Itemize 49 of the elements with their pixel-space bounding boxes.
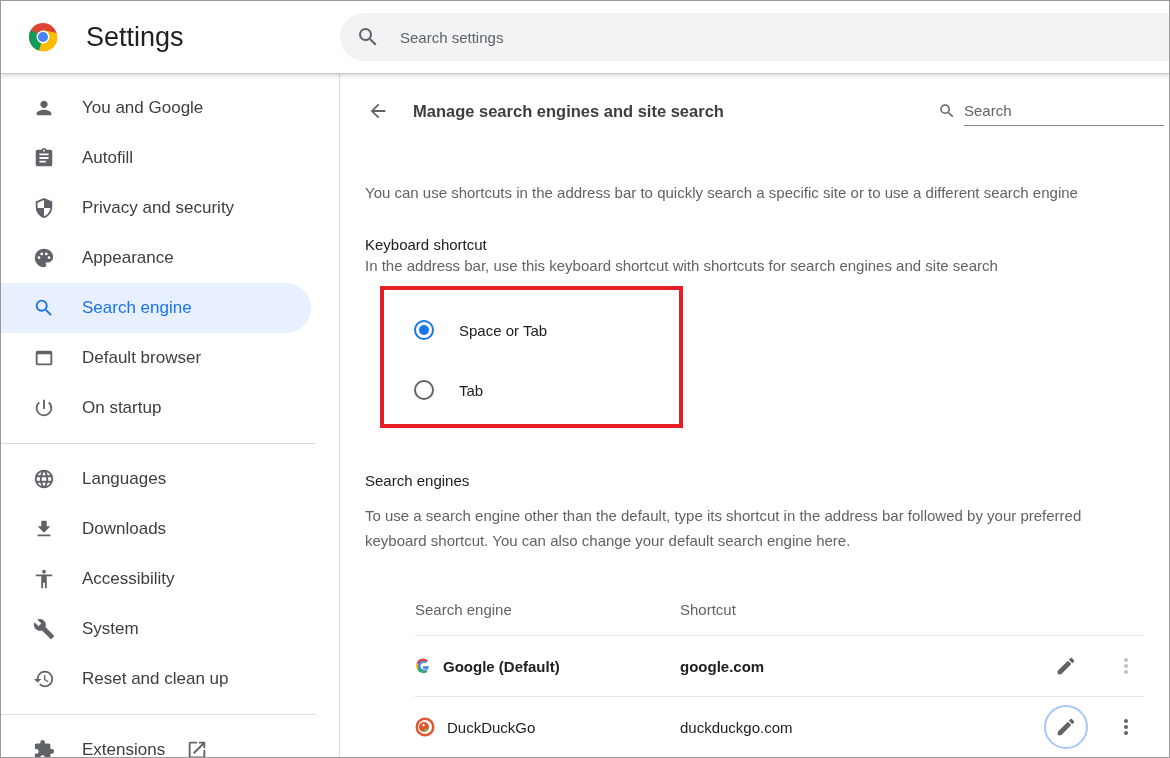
sidebar-item[interactable]: Accessibility <box>1 554 311 604</box>
search-field[interactable]: Search settings <box>340 13 1169 61</box>
sidebar-item[interactable]: Search engine <box>1 283 311 333</box>
column-header: Search engine <box>415 600 513 618</box>
sidebar-item[interactable]: Privacy and security <box>1 183 311 233</box>
section-heading: Keyboard shortcut <box>365 236 488 253</box>
more-icon <box>1124 658 1128 674</box>
sidebar-icon <box>33 468 55 490</box>
edit-button[interactable] <box>1044 705 1088 749</box>
pencil-icon <box>1055 655 1077 677</box>
sidebar-icon <box>33 247 55 269</box>
shortcut-text: duckduckgo.com <box>680 718 793 736</box>
sidebar-item[interactable]: Default browser <box>1 333 311 383</box>
engine-name: Google (Default) <box>443 657 560 675</box>
sidebar-item[interactable]: Autofill <box>1 133 311 183</box>
section-heading: Search engines <box>365 472 471 489</box>
more-icon <box>1124 719 1128 735</box>
sidebar-item[interactable]: Languages <box>1 454 311 504</box>
sidebar-item[interactable]: You and Google <box>1 83 311 133</box>
g-logo-icon <box>415 658 431 674</box>
page-title: Manage search engines and site search <box>413 101 725 121</box>
sidebar-icon <box>33 739 55 757</box>
section-description: In the address bar, use this keyboard shortcut with shortcuts for search engines and site search <box>365 256 999 276</box>
sidebar-icon <box>33 147 55 169</box>
app-title: Settings <box>86 21 184 53</box>
section-description: To use a search engine other than the default, type its shortcut in the address bar followed by your preferred keyboard shortcut. You can also change your default search engine here. <box>365 506 1083 551</box>
engine-name: DuckDuckGo <box>447 718 536 736</box>
sidebar-item[interactable]: On startup <box>1 383 311 433</box>
sidebar-icon <box>33 568 55 590</box>
sidebar-icon <box>33 197 55 219</box>
sidebar-item[interactable]: System <box>1 604 311 654</box>
sidebar-item[interactable]: Extensions <box>1 725 311 757</box>
duck-logo-icon <box>415 717 435 737</box>
shortcut-text: google.com <box>680 657 765 675</box>
radio-option[interactable]: Tab <box>414 360 484 420</box>
search-icon <box>938 102 956 120</box>
sidebar-item[interactable]: Downloads <box>1 504 311 554</box>
intro-text: You can use shortcuts in the address bar to quickly search a specific site or to use a different search engine <box>365 183 1079 203</box>
radio-option[interactable]: Space or Tab <box>414 300 548 360</box>
pencil-icon <box>1055 716 1077 738</box>
sidebar-icon <box>33 668 55 690</box>
browser-logo-icon <box>28 22 58 52</box>
sidebar-item[interactable]: Reset and clean up <box>1 654 311 704</box>
search-input[interactable]: Search settings <box>398 27 1169 47</box>
sidebar-icon <box>33 397 55 419</box>
sidebar-icon <box>33 618 55 640</box>
sidebar-item[interactable]: Appearance <box>1 233 311 283</box>
column-header: Shortcut <box>680 600 737 618</box>
sidebar-icon <box>33 297 55 319</box>
